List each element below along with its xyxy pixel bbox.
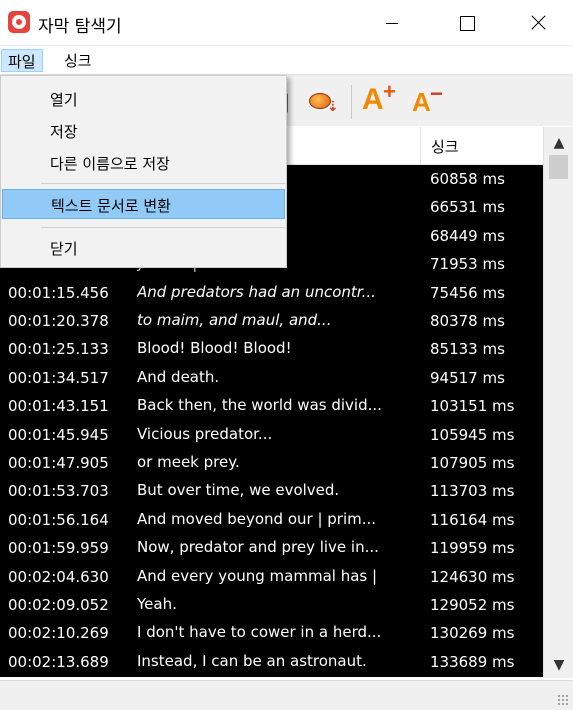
row-time: 00:01:34.517	[8, 368, 109, 387]
list-row[interactable]: 00:01:59.959 Now, predator and prey live …	[0, 534, 540, 562]
window-title: 자막 탐색기	[38, 17, 122, 37]
font-decrease-button[interactable]: A −	[412, 81, 443, 118]
menu-item-save-as[interactable]: 다른 이름으로 저장	[2, 148, 285, 178]
row-time: 00:02:13.689	[8, 652, 109, 671]
list-row[interactable]: 00:01:53.703 But over time, we evolved. 11…	[0, 477, 540, 505]
scroll-thumb[interactable]	[549, 155, 568, 179]
row-text: And every young mammal has |	[137, 566, 378, 585]
menu-separator	[41, 183, 285, 184]
list-row[interactable]: 00:01:45.945 Vicious predator... 105945 ms	[0, 421, 540, 449]
list-row[interactable]: 00:02:09.052 Yeah. 129052 ms	[0, 591, 540, 619]
row-time: 00:01:45.945	[8, 425, 109, 444]
row-text: And predators had an uncontr...	[137, 282, 376, 301]
row-sync: 94517 ms	[430, 368, 505, 387]
row-sync: 107905 ms	[430, 454, 515, 472]
menu-item-open[interactable]: 열기	[2, 84, 285, 114]
row-time: 00:02:10.269	[8, 624, 109, 643]
row-sync: 133689 ms	[430, 652, 515, 671]
row-text: And death.	[137, 367, 220, 386]
row-sync: 66531 ms	[430, 198, 505, 217]
row-sync: 129052 ms	[430, 596, 515, 614]
row-sync: 80378 ms	[430, 312, 505, 330]
menu-file[interactable]: 파일	[1, 49, 43, 72]
row-text: Back then, the world was divid...	[137, 396, 382, 415]
row-time: 00:01:53.703	[8, 482, 109, 501]
row-time: 00:02:04.630	[8, 567, 109, 586]
font-decrease-label: A	[412, 87, 431, 117]
row-time: 00:01:20.378	[8, 312, 109, 330]
row-sync: 113703 ms	[430, 482, 515, 501]
row-sync: 130269 ms	[430, 624, 515, 643]
title-bar: 자막 탐색기	[0, 0, 573, 46]
row-sync: 124630 ms	[430, 567, 515, 586]
font-increase-button[interactable]: A +	[362, 79, 396, 117]
close-button[interactable]	[501, 0, 573, 46]
toolbar-separator	[351, 85, 352, 119]
arrow-down-icon: ⇣	[327, 99, 339, 115]
row-time: 00:01:25.133	[8, 340, 109, 359]
row-text: Instead, I can be an astronaut.	[137, 651, 367, 670]
scroll-down-arrow-icon[interactable]: ▼	[544, 657, 573, 673]
status-bar	[0, 680, 573, 710]
row-time: 00:01:15.456	[8, 283, 109, 302]
list-row[interactable]: 00:01:47.905 or meek prey. 107905 ms	[0, 449, 540, 477]
list-row[interactable]: 00:02:04.630 And every young mammal has |…	[0, 563, 540, 591]
minus-icon: −	[430, 81, 443, 106]
row-time: 00:01:59.959	[8, 539, 109, 558]
list-row[interactable]: 00:01:43.151 Back then, the world was div…	[0, 392, 540, 420]
row-sync: 68449 ms	[430, 226, 505, 245]
row-text: Vicious predator...	[137, 424, 273, 443]
list-row[interactable]: 00:02:10.269 I don't have to cower in a h…	[0, 619, 540, 647]
list-row[interactable]: 00:02:13.689 Instead, I can be an astrona…	[0, 648, 540, 676]
row-sync: 75456 ms	[430, 283, 505, 302]
menu-separator	[41, 227, 285, 228]
row-sync: 119959 ms	[430, 539, 515, 558]
row-sync: 60858 ms	[430, 170, 505, 188]
list-row[interactable]: 00:01:56.164 And moved beyond our | prim.…	[0, 506, 540, 534]
app-icon	[8, 11, 30, 33]
menu-sync[interactable]: 싱크	[58, 49, 98, 72]
list-row[interactable]: 00:01:25.133 Blood! Blood! Blood! 85133 ms	[0, 335, 540, 363]
file-menu-dropdown: 열기 저장 다른 이름으로 저장 텍스트 문서로 변환 닫기	[0, 75, 287, 268]
row-sync: 85133 ms	[430, 340, 505, 359]
row-sync: 103151 ms	[430, 397, 515, 416]
plus-icon: +	[383, 79, 396, 104]
row-text: Yeah.	[137, 595, 177, 613]
minimize-button[interactable]	[356, 0, 428, 46]
convert-subtitle-icon[interactable]: ⇣	[305, 87, 339, 117]
menu-item-convert-to-text[interactable]: 텍스트 문서로 변환	[2, 189, 285, 219]
list-row[interactable]: 00:01:20.378 to maim, and maul, and... 803…	[0, 307, 540, 335]
row-text: But over time, we evolved.	[137, 481, 340, 500]
menu-item-save[interactable]: 저장	[2, 116, 285, 146]
row-text: Blood! Blood! Blood!	[137, 339, 292, 358]
row-text: or meek prey.	[137, 453, 240, 471]
list-row[interactable]: 00:01:15.456 And predators had an uncontr…	[0, 279, 540, 307]
resize-grip-icon[interactable]	[557, 694, 569, 706]
row-time: 00:02:09.052	[8, 596, 109, 614]
menu-item-close[interactable]: 닫기	[2, 233, 285, 263]
menu-bar: 파일 싱크	[0, 46, 573, 74]
row-time: 00:01:47.905	[8, 454, 109, 472]
maximize-button[interactable]	[430, 0, 502, 46]
font-increase-label: A	[362, 83, 384, 116]
row-sync: 105945 ms	[430, 425, 515, 444]
row-time: 00:01:56.164	[8, 510, 109, 529]
list-row[interactable]: 00:01:34.517 And death. 94517 ms	[0, 364, 540, 392]
row-text: to maim, and maul, and...	[137, 311, 332, 329]
row-sync: 116164 ms	[430, 510, 515, 529]
scroll-up-arrow-icon[interactable]: ▲	[544, 135, 573, 151]
row-text: Now, predator and prey live in...	[137, 538, 379, 557]
row-sync: 71953 ms	[430, 255, 505, 274]
column-header-sync[interactable]: 싱크	[420, 127, 560, 165]
vertical-scrollbar[interactable]: ▲ ▼	[543, 127, 573, 678]
row-time: 00:01:43.151	[8, 397, 109, 416]
row-text: And moved beyond our | prim...	[137, 509, 377, 528]
row-text: I don't have to cower in a herd...	[137, 623, 382, 642]
